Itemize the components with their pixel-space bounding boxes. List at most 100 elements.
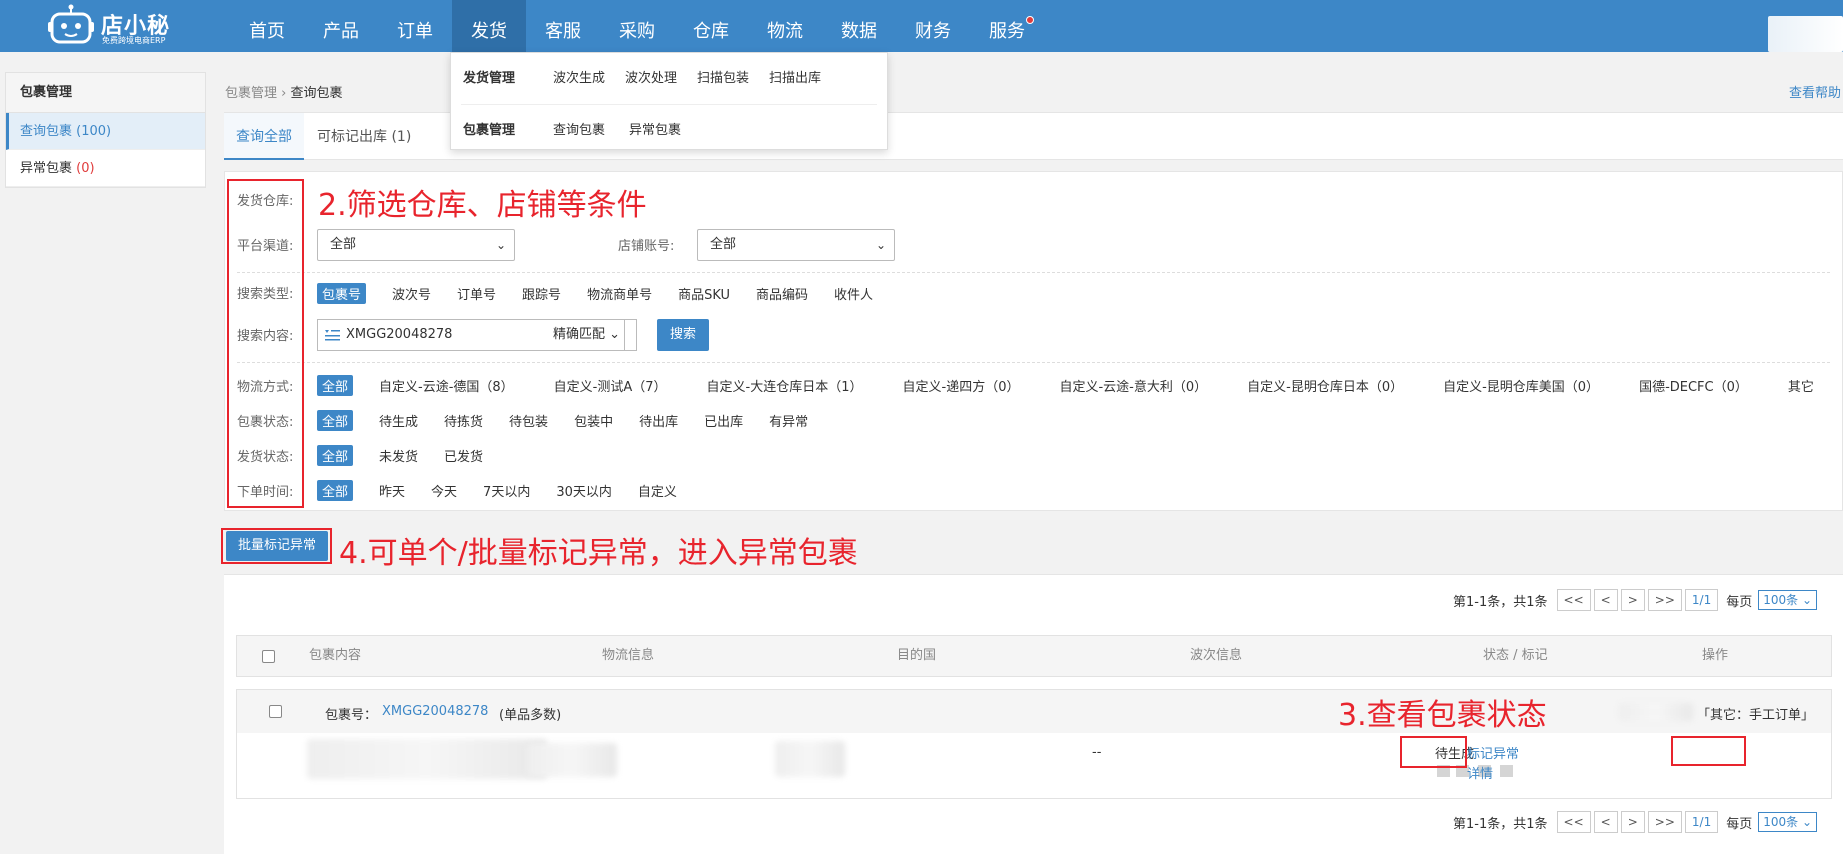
logistics-option[interactable]: 国德-DECFC（0） (1639, 376, 1748, 395)
logistics-all[interactable]: 全部 (317, 375, 354, 396)
search-type-tracking-no[interactable]: 跟踪号 (522, 284, 561, 303)
menu-item-exception-packages[interactable]: 异常包裹 (629, 119, 681, 138)
logistics-option[interactable]: 自定义-递四方（0） (903, 376, 1020, 395)
per-page-select[interactable]: 100条 ⌄ (1758, 590, 1817, 610)
search-type-recipient[interactable]: 收件人 (834, 284, 873, 303)
main-nav: 首页 产品 订单 发货 客服 采购 仓库 物流 数据 财务 服务 (230, 0, 1044, 52)
menu-item-query-packages[interactable]: 查询包裹 (553, 119, 605, 138)
pagination-page[interactable]: 1/1 (1684, 589, 1719, 611)
pagination-next-button[interactable]: > (1620, 589, 1645, 611)
logistics-option[interactable]: 自定义-测试A（7） (554, 376, 667, 395)
package-status-option[interactable]: 待包装 (509, 411, 548, 430)
logistics-option[interactable]: 自定义-云途-意大利（0） (1059, 376, 1207, 395)
package-no-link[interactable]: XMGG20048278 (382, 704, 488, 719)
chevron-down-icon: ⌄ (875, 238, 886, 252)
shop-label: 店铺账号: (618, 239, 675, 254)
order-time-option[interactable]: 今天 (431, 481, 457, 500)
logistics-option[interactable]: 自定义-云途-德国（8） (379, 376, 514, 395)
breadcrumb-parent[interactable]: 包裹管理 (225, 86, 277, 101)
nav-logistics[interactable]: 物流 (748, 0, 822, 52)
pagination-prev-button[interactable]: < (1593, 589, 1618, 611)
nav-home[interactable]: 首页 (230, 0, 304, 52)
search-type-sku[interactable]: 商品SKU (678, 284, 730, 303)
column-header: 包裹内容 (309, 648, 362, 663)
ship-status-option[interactable]: 已发货 (444, 446, 483, 465)
mark-exception-link[interactable]: 标记异常 (1467, 743, 1519, 762)
divider (237, 362, 1830, 363)
order-time-option[interactable]: 30天以内 (556, 481, 612, 500)
pagination-first-button[interactable]: << (1556, 589, 1591, 611)
package-table-area: 第1-1条，共1条 << < > >> 1/1 每页 100条 ⌄ 包裹内容 物… (224, 574, 1843, 854)
menu-item-scan-pack[interactable]: 扫描包装 (697, 67, 749, 86)
menu-item-wave-generate[interactable]: 波次生成 (553, 67, 605, 86)
ship-status-option[interactable]: 未发货 (379, 446, 418, 465)
nav-warehouse[interactable]: 仓库 (674, 0, 748, 52)
package-status-option[interactable]: 有异常 (769, 411, 808, 430)
package-status-option[interactable]: 待生成 (379, 411, 418, 430)
breadcrumb: 包裹管理 › 查询包裹 (225, 82, 343, 101)
menu-item-wave-process[interactable]: 波次处理 (625, 67, 677, 86)
pagination-next-button[interactable]: > (1620, 811, 1645, 833)
check-icon[interactable] (1500, 765, 1513, 777)
package-status-option[interactable]: 待出库 (639, 411, 678, 430)
logistics-option[interactable]: 自定义-大连仓库日本（1） (707, 376, 863, 395)
row-checkbox[interactable] (269, 705, 282, 718)
sidebar-item-query-packages[interactable]: 查询包裹 (100) (6, 113, 205, 150)
menu-item-scan-outbound[interactable]: 扫描出库 (769, 67, 821, 86)
shop-select[interactable]: 全部 ⌄ (697, 229, 895, 261)
logistics-option[interactable]: 自定义-昆明仓库美国（0） (1443, 376, 1599, 395)
nav-customer-service[interactable]: 客服 (526, 0, 600, 52)
column-header: 状态 / 标记 (1483, 648, 1548, 663)
nav-finance[interactable]: 财务 (896, 0, 970, 52)
sidebar-item-count: (100) (76, 124, 112, 139)
nav-data[interactable]: 数据 (822, 0, 896, 52)
user-avatar[interactable] (1768, 16, 1843, 52)
order-time-option[interactable]: 7天以内 (483, 481, 530, 500)
pagination-first-button[interactable]: << (1556, 811, 1591, 833)
pagination-last-button[interactable]: >> (1647, 811, 1682, 833)
nav-shipping[interactable]: 发货 (452, 0, 526, 52)
sidebar-item-label: 查询包裹 (20, 124, 73, 139)
nav-orders[interactable]: 订单 (378, 0, 452, 52)
order-time-options: 全部 昨天 今天 7天以内 30天以内 自定义 (317, 480, 703, 501)
package-status-option[interactable]: 待拣货 (444, 411, 483, 430)
search-type-package-no[interactable]: 包裹号 (317, 283, 367, 304)
pagination-page[interactable]: 1/1 (1684, 811, 1719, 833)
search-type-product-code[interactable]: 商品编码 (756, 284, 808, 303)
per-page-select[interactable]: 100条 ⌄ (1758, 812, 1817, 832)
select-all-checkbox[interactable] (262, 650, 275, 663)
help-link[interactable]: 查看帮助 (1789, 82, 1841, 101)
column-header: 操作 (1702, 648, 1729, 663)
search-type-order-no[interactable]: 订单号 (457, 284, 496, 303)
nav-products[interactable]: 产品 (304, 0, 378, 52)
sidebar-item-exception-packages[interactable]: 异常包裹 (0) (6, 150, 205, 187)
search-type-wave-no[interactable]: 波次号 (392, 284, 431, 303)
order-time-all[interactable]: 全部 (317, 480, 354, 501)
ship-status-all[interactable]: 全部 (317, 445, 354, 466)
logo[interactable]: 店小秘 免费跨境电商ERP (48, 2, 208, 50)
tab-markable-outbound[interactable]: 可标记出库 (1) (305, 113, 423, 160)
package-status-all[interactable]: 全部 (317, 410, 354, 431)
search-type-options: 包裹号 波次号 订单号 跟踪号 物流商单号 商品SKU 商品编码 收件人 (317, 283, 899, 304)
annotation-step-3: 3.查看包裹状态 (1338, 698, 1547, 733)
match-mode-select[interactable]: 精确匹配 ⌄ (545, 319, 625, 351)
platform-select[interactable]: 全部 ⌄ (317, 229, 515, 261)
detail-link[interactable]: 详情 (1467, 763, 1493, 782)
search-type-carrier-no[interactable]: 物流商单号 (587, 284, 652, 303)
pagination-prev-button[interactable]: < (1593, 811, 1618, 833)
package-status-option[interactable]: 已出库 (704, 411, 743, 430)
annotation-box-mark-exception (1671, 736, 1746, 766)
tab-query-all[interactable]: 查询全部 (224, 113, 304, 160)
column-header: 目的国 (897, 648, 937, 663)
dropdown-group-title: 发货管理 (463, 70, 516, 86)
nav-purchase[interactable]: 采购 (600, 0, 674, 52)
package-status-option[interactable]: 包装中 (574, 411, 613, 430)
logistics-other[interactable]: 其它 (1788, 376, 1814, 395)
order-time-option[interactable]: 自定义 (638, 481, 677, 500)
list-filter-icon (325, 330, 340, 341)
order-time-option[interactable]: 昨天 (379, 481, 405, 500)
pagination-last-button[interactable]: >> (1647, 589, 1682, 611)
search-button[interactable]: 搜索 (657, 319, 709, 351)
nav-services[interactable]: 服务 (970, 0, 1044, 52)
logistics-option[interactable]: 自定义-昆明仓库日本（0） (1247, 376, 1403, 395)
